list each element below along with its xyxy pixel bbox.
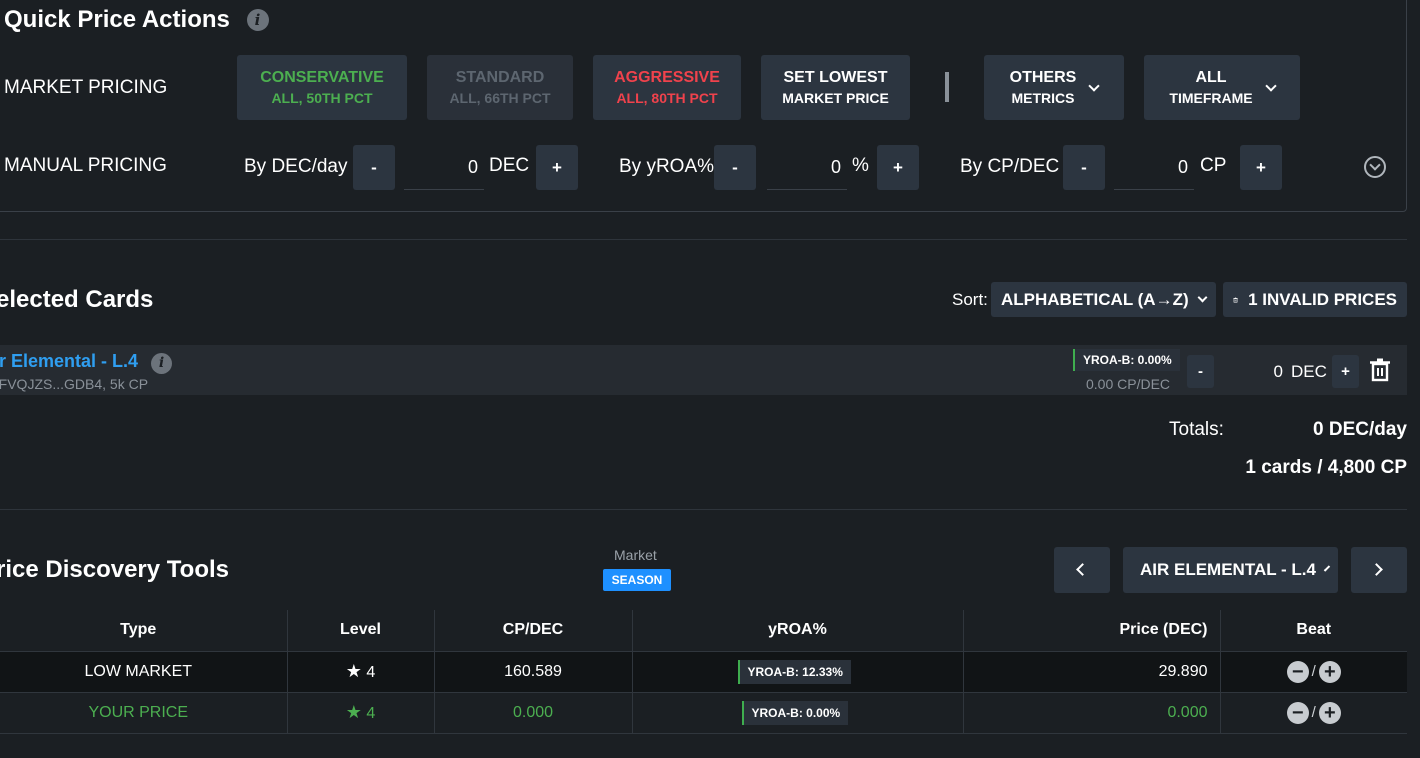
card-plus-button[interactable]: + bbox=[1332, 355, 1359, 388]
star-icon: ★ bbox=[345, 661, 362, 681]
plus-circle-icon[interactable]: + bbox=[1318, 701, 1341, 724]
card-price-input[interactable]: 0 bbox=[1225, 362, 1283, 382]
row-beat: − / + bbox=[1220, 692, 1407, 734]
selected-cards-title: elected Cards bbox=[0, 286, 154, 313]
next-card-button[interactable] bbox=[1351, 547, 1407, 593]
conservative-button[interactable]: CONSERVATIVE ALL, 50TH PCT bbox=[237, 55, 407, 120]
cp-unit-label: CP bbox=[1200, 155, 1227, 176]
yroa-badge: YROA-B: 12.33% bbox=[737, 659, 851, 684]
manual-pricing-label: MANUAL PRICING bbox=[4, 155, 167, 176]
by-dec-day-label: By DEC/day bbox=[244, 156, 348, 177]
chevron-right-icon bbox=[1370, 563, 1383, 576]
aggressive-button[interactable]: AGGRESSIVE ALL, 80TH PCT bbox=[593, 55, 741, 120]
yroa-plus-button[interactable]: + bbox=[877, 145, 919, 190]
card-select-dropdown[interactable]: AIR ELEMENTAL - L.4 bbox=[1123, 547, 1338, 593]
yroa-minus-button[interactable]: - bbox=[714, 145, 756, 190]
card-yroa-badge: YROA-B: 0.00% bbox=[1073, 349, 1180, 371]
divider bbox=[0, 509, 1407, 510]
sort-dropdown[interactable]: ALPHABETICAL (A→Z) bbox=[991, 282, 1216, 317]
sort-label: Sort: bbox=[952, 290, 988, 309]
set-lowest-market-price-button[interactable]: SET LOWEST MARKET PRICE bbox=[761, 55, 910, 120]
column-header-yroa[interactable]: yROA% bbox=[632, 610, 964, 652]
yroa-input[interactable]: 0 bbox=[767, 145, 847, 190]
chevron-down-icon bbox=[1197, 292, 1208, 303]
expand-chevron-icon[interactable] bbox=[1364, 156, 1386, 178]
market-label: Market bbox=[614, 547, 657, 563]
totals-label: Totals: bbox=[1169, 419, 1224, 440]
row-price: 0.000 bbox=[963, 692, 1221, 734]
divider bbox=[945, 72, 949, 102]
cp-dec-input[interactable]: 0 bbox=[1114, 145, 1194, 190]
timeframe-dropdown[interactable]: ALL TIMEFRAME bbox=[1144, 55, 1300, 120]
card-uid-text: -FVQJZS...GDB4, 5k CP bbox=[0, 376, 149, 392]
row-beat: − / + bbox=[1220, 651, 1407, 693]
star-icon: ★ bbox=[345, 702, 362, 722]
trash-icon bbox=[1233, 297, 1238, 302]
card-name-link[interactable]: ir Elemental - L.4 i bbox=[0, 351, 173, 374]
totals-dec-value: 0 DEC/day bbox=[1313, 419, 1407, 440]
price-discovery-table: Type Level CP/DEC yROA% Price (DEC) Beat… bbox=[0, 610, 1407, 734]
price-discovery-title: rice Discovery Tools bbox=[0, 556, 229, 583]
chevron-left-icon bbox=[1076, 563, 1089, 576]
divider bbox=[0, 239, 1407, 240]
column-header-level[interactable]: Level bbox=[287, 610, 435, 652]
season-badge[interactable]: SEASON bbox=[603, 569, 671, 591]
row-cp-dec: 160.589 bbox=[434, 651, 633, 693]
minus-circle-icon[interactable]: − bbox=[1286, 701, 1309, 724]
card-cp-dec-text: 0.00 CP/DEC bbox=[1086, 376, 1171, 392]
column-header-type[interactable]: Type bbox=[0, 610, 288, 652]
standard-button[interactable]: STANDARD ALL, 66TH PCT bbox=[427, 55, 573, 120]
previous-card-button[interactable] bbox=[1054, 547, 1110, 593]
row-cp-dec: 0.000 bbox=[434, 692, 633, 734]
by-yroa-label: By yROA% bbox=[619, 156, 715, 177]
by-cp-dec-label: By CP/DEC bbox=[960, 156, 1060, 177]
row-type: LOW MARKET bbox=[0, 651, 288, 693]
chevron-down-icon bbox=[1088, 79, 1100, 92]
row-yroa: YROA-B: 12.33% bbox=[632, 651, 964, 693]
trash-icon[interactable] bbox=[1369, 358, 1391, 382]
column-header-beat[interactable]: Beat bbox=[1220, 610, 1407, 652]
dec-day-input[interactable]: 0 bbox=[404, 145, 484, 190]
dec-day-minus-button[interactable]: - bbox=[353, 145, 395, 190]
table-row: LOW MARKET ★ 4 160.589 YROA-B: 12.33% 29… bbox=[0, 651, 1407, 693]
minus-circle-icon[interactable]: − bbox=[1286, 660, 1309, 683]
quick-price-actions-title: Quick Price Actions i bbox=[4, 6, 269, 34]
card-minus-button[interactable]: - bbox=[1187, 355, 1214, 388]
cp-dec-minus-button[interactable]: - bbox=[1063, 145, 1105, 190]
row-yroa: YROA-B: 0.00% bbox=[632, 692, 964, 734]
plus-circle-icon[interactable]: + bbox=[1318, 660, 1341, 683]
info-icon[interactable]: i bbox=[151, 353, 173, 374]
totals-cards-value: 1 cards / 4,800 CP bbox=[1245, 457, 1407, 478]
row-type: YOUR PRICE bbox=[0, 692, 288, 734]
row-level: ★ 4 bbox=[287, 651, 435, 693]
percent-unit-label: % bbox=[852, 155, 869, 176]
others-metrics-dropdown[interactable]: OTHERS METRICS bbox=[984, 55, 1124, 120]
invalid-prices-button[interactable]: 1 INVALID PRICES bbox=[1223, 282, 1407, 317]
dec-day-plus-button[interactable]: + bbox=[536, 145, 578, 190]
chevron-down-icon bbox=[1264, 79, 1277, 92]
chevron-down-icon bbox=[1323, 564, 1331, 572]
column-header-price[interactable]: Price (DEC) bbox=[963, 610, 1221, 652]
table-row: YOUR PRICE ★ 4 0.000 YROA-B: 0.00% 0.000… bbox=[0, 692, 1407, 734]
row-price: 29.890 bbox=[963, 651, 1221, 693]
cp-dec-plus-button[interactable]: + bbox=[1240, 145, 1282, 190]
row-level: ★ 4 bbox=[287, 692, 435, 734]
market-pricing-label: MARKET PRICING bbox=[4, 77, 168, 98]
table-header-row: Type Level CP/DEC yROA% Price (DEC) Beat bbox=[0, 610, 1407, 652]
card-dec-unit: DEC bbox=[1291, 362, 1327, 381]
dec-unit-label: DEC bbox=[489, 155, 530, 176]
yroa-badge: YROA-B: 0.00% bbox=[741, 700, 849, 725]
info-icon[interactable]: i bbox=[246, 9, 269, 31]
column-header-cp-dec[interactable]: CP/DEC bbox=[434, 610, 633, 652]
